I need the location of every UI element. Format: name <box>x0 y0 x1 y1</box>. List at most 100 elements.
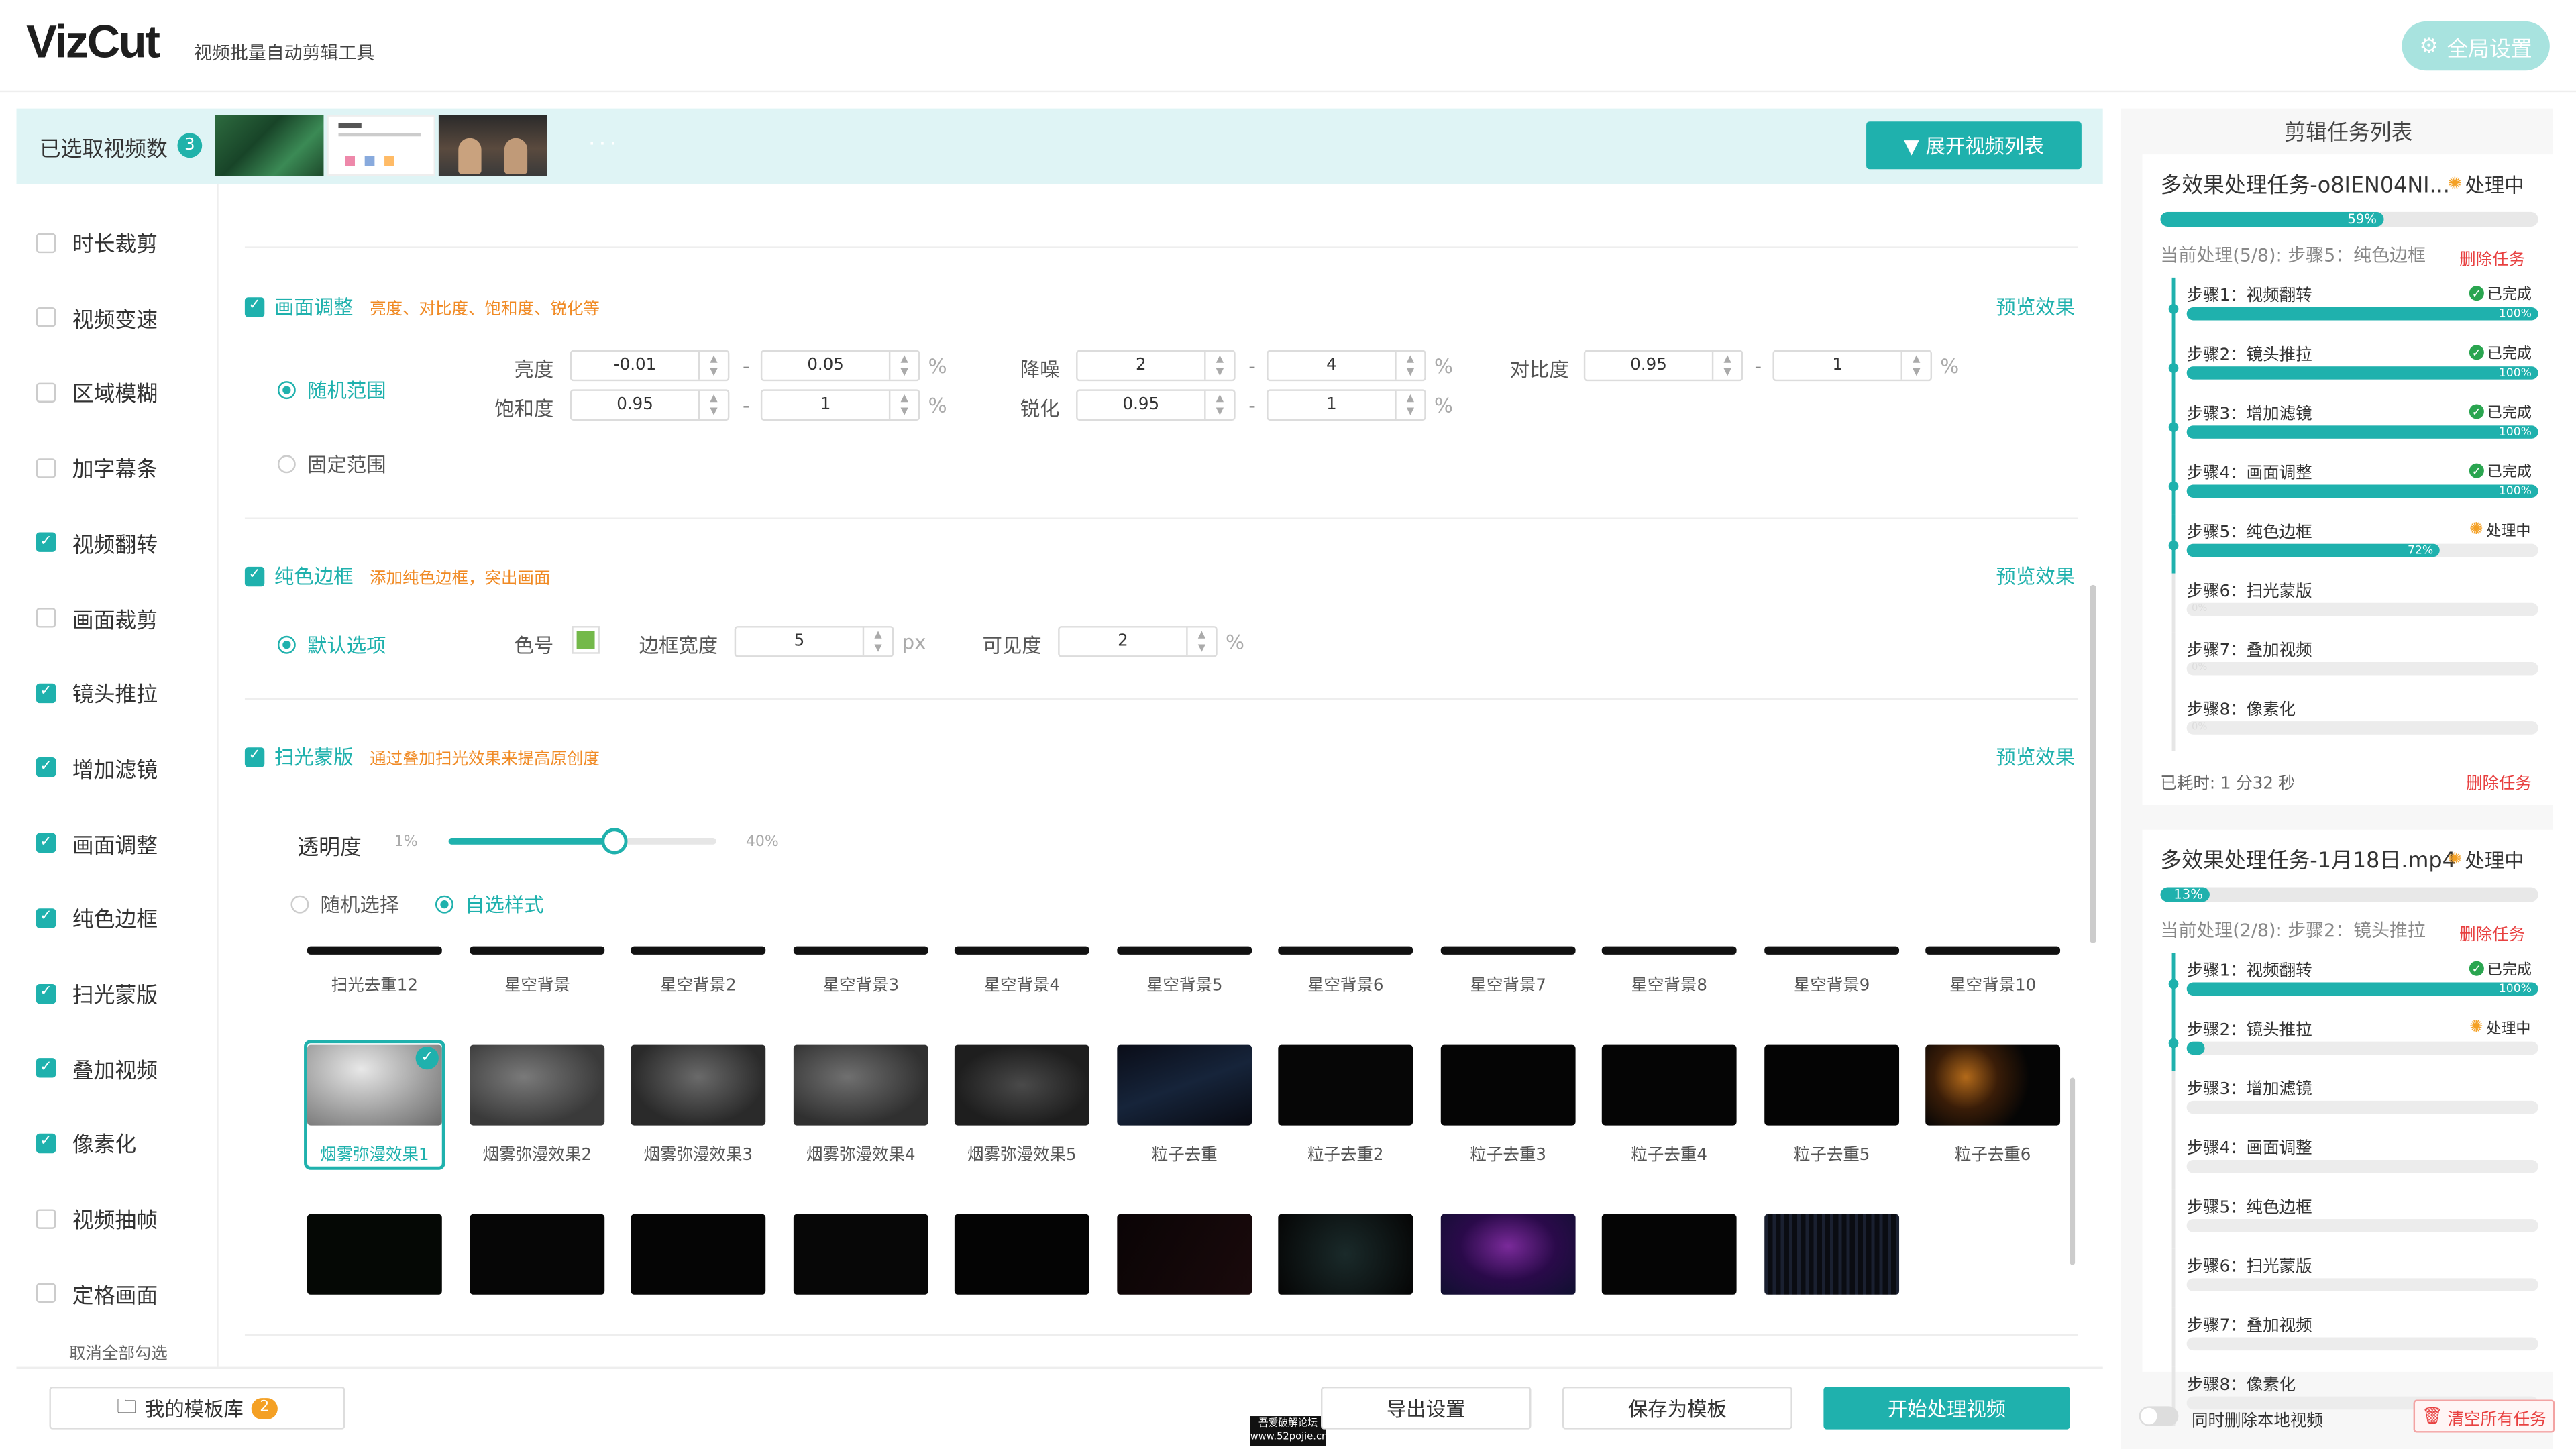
sidebar-checkbox[interactable] <box>36 458 56 478</box>
style-thumbnail[interactable] <box>307 1214 442 1295</box>
delete-task-link[interactable]: 删除任务 <box>2466 769 2532 794</box>
brightness-min-input[interactable]: -0.01 ▲ ▼ <box>570 350 730 382</box>
clear-all-tasks-button[interactable]: 🗑 清空所有任务 <box>2413 1399 2555 1433</box>
sidebar-item[interactable]: 视频变速 <box>36 302 158 333</box>
delete-local-toggle[interactable] <box>2139 1406 2179 1426</box>
sidebar-item[interactable]: 加字幕条 <box>36 452 158 483</box>
template-library-button[interactable]: 🗀 我的模板库 2 <box>49 1386 345 1430</box>
sidebar-item[interactable]: ✓ 扫光蒙版 <box>36 977 158 1009</box>
global-settings-button[interactable]: ⚙ 全局设置 <box>2402 21 2550 71</box>
sidebar-item[interactable]: 视频抽帧 <box>36 1203 158 1234</box>
brightness-max-input[interactable]: 0.05 ▲ ▼ <box>760 350 920 382</box>
sidebar-checkbox[interactable] <box>36 382 56 402</box>
sidebar-item[interactable]: 区域模糊 <box>36 377 158 408</box>
style-thumbnail[interactable] <box>1601 946 1737 955</box>
delete-task-link[interactable]: 删除任务 <box>2459 245 2525 270</box>
video-thumbnail-1[interactable] <box>215 115 324 176</box>
sidebar-item[interactable]: ✓ 像素化 <box>36 1128 136 1159</box>
style-thumbnail[interactable] <box>631 1214 766 1295</box>
sidebar-item[interactable]: ✓ 镜头推拉 <box>36 677 158 708</box>
sidebar-checkbox[interactable]: ✓ <box>36 983 56 1004</box>
style-thumbnail[interactable] <box>954 1214 1089 1295</box>
sidebar-checkbox[interactable]: ✓ <box>36 533 56 553</box>
adjust-section-title[interactable]: ✓ 画面调整 亮度、对比度、饱和度、锐化等 <box>244 292 600 321</box>
delete-task-link[interactable]: 删除任务 <box>2459 920 2525 945</box>
adjust-fixed-radio[interactable]: 固定范围 <box>277 450 386 478</box>
sidebar-checkbox[interactable]: ✓ <box>36 1133 56 1153</box>
sharpen-min-input[interactable]: 0.95 ▲ ▼ <box>1076 389 1236 421</box>
border-width-input[interactable]: 5 ▲ ▼ <box>734 626 894 657</box>
border-default-radio[interactable]: 默认选项 <box>277 631 386 659</box>
style-thumbnail[interactable] <box>631 946 766 955</box>
saturation-min-input[interactable]: 0.95 ▲ ▼ <box>570 389 730 421</box>
style-thumbnail[interactable] <box>1117 1044 1252 1126</box>
main-scrollbar[interactable] <box>2090 584 2096 943</box>
style-thumbnail[interactable] <box>1764 946 1900 955</box>
style-thumbnail[interactable] <box>1278 1044 1413 1126</box>
denoise-max-input[interactable]: 4 ▲ ▼ <box>1267 350 1426 382</box>
sweep-random-radio[interactable]: 随机选择 <box>290 890 399 918</box>
contrast-max-input[interactable]: 1 ▲ ▼ <box>1772 350 1933 382</box>
contrast-min-input[interactable]: 0.95 ▲ ▼ <box>1583 350 1743 382</box>
video-thumbnail-3[interactable] <box>438 115 547 176</box>
sidebar-checkbox[interactable]: ✓ <box>36 1058 56 1079</box>
style-thumbnail[interactable] <box>1440 1044 1576 1126</box>
sidebar-item[interactable]: ✓ 画面调整 <box>36 827 158 859</box>
adjust-random-radio[interactable]: 随机范围 <box>277 376 386 405</box>
sidebar-checkbox[interactable]: ✓ <box>36 833 56 853</box>
visibility-input[interactable]: 2 ▲ ▼ <box>1058 626 1218 657</box>
style-thumbnail[interactable] <box>954 946 1089 955</box>
style-thumbnail[interactable] <box>954 1044 1089 1126</box>
style-thumbnail[interactable] <box>793 1214 928 1295</box>
sidebar-checkbox[interactable] <box>36 1283 56 1303</box>
sidebar-item[interactable]: 画面裁剪 <box>36 602 158 633</box>
sidebar-item[interactable]: 定格画面 <box>36 1278 158 1309</box>
sweep-preview-link[interactable]: 预览效果 <box>1996 743 2076 771</box>
style-thumbnail[interactable] <box>1440 946 1576 955</box>
adjust-checkbox[interactable]: ✓ <box>244 297 265 317</box>
sweep-custom-radio[interactable]: 自选样式 <box>435 890 544 918</box>
style-thumbnail[interactable] <box>470 1044 605 1126</box>
sweep-section-title[interactable]: ✓ 扫光蒙版 通过叠加扫光效果来提高原创度 <box>244 743 600 771</box>
style-thumbnail[interactable] <box>1925 1044 2061 1126</box>
opacity-slider-handle[interactable] <box>601 828 628 855</box>
style-thumbnail[interactable] <box>793 946 928 955</box>
export-settings-button[interactable]: 导出设置 <box>1320 1386 1532 1430</box>
sidebar-item[interactable]: ✓ 叠加视频 <box>36 1053 158 1084</box>
expand-video-list-button[interactable]: ▼ 展开视频列表 <box>1866 121 2082 170</box>
save-template-button[interactable]: 保存为模板 <box>1562 1386 1792 1430</box>
gallery-scrollbar[interactable] <box>2070 1077 2076 1265</box>
style-thumbnail[interactable] <box>793 1044 928 1126</box>
style-thumbnail[interactable] <box>1117 946 1252 955</box>
style-thumbnail[interactable] <box>631 1044 766 1126</box>
unselect-all-link[interactable]: 取消全部勾选 <box>69 1339 168 1364</box>
color-picker[interactable] <box>572 626 600 654</box>
border-section-title[interactable]: ✓ 纯色边框 添加纯色边框，突出画面 <box>244 562 550 590</box>
sidebar-item[interactable]: ✓ 纯色边框 <box>36 902 158 934</box>
sidebar-checkbox[interactable] <box>36 608 56 628</box>
sidebar-item[interactable]: ✓ 视频翻转 <box>36 527 158 558</box>
sidebar-checkbox[interactable] <box>36 232 56 252</box>
adjust-preview-link[interactable]: 预览效果 <box>1996 292 2076 321</box>
sidebar-checkbox[interactable]: ✓ <box>36 908 56 928</box>
style-thumbnail[interactable] <box>1925 946 2061 955</box>
start-processing-button[interactable]: 开始处理视频 <box>1823 1386 2070 1430</box>
sidebar-item[interactable]: ✓ 增加滤镜 <box>36 752 158 784</box>
sidebar-checkbox[interactable]: ✓ <box>36 757 56 778</box>
style-thumbnail[interactable] <box>1278 1214 1413 1295</box>
sidebar-checkbox[interactable] <box>36 307 56 327</box>
style-thumbnail[interactable] <box>1601 1044 1737 1126</box>
style-thumbnail[interactable] <box>1764 1214 1900 1295</box>
style-thumbnail[interactable] <box>307 946 442 955</box>
sweep-checkbox[interactable]: ✓ <box>244 747 265 767</box>
denoise-min-input[interactable]: 2 ▲ ▼ <box>1076 350 1236 382</box>
sidebar-item[interactable]: 时长裁剪 <box>36 227 158 258</box>
sharpen-max-input[interactable]: 1 ▲ ▼ <box>1267 389 1426 421</box>
style-thumbnail[interactable] <box>1440 1214 1576 1295</box>
video-thumbnail-2[interactable] <box>327 115 435 176</box>
style-thumbnail[interactable] <box>1278 946 1413 955</box>
style-thumbnail[interactable] <box>470 946 605 955</box>
style-thumbnail[interactable] <box>1601 1214 1737 1295</box>
style-thumbnail[interactable] <box>470 1214 605 1295</box>
style-thumbnail[interactable] <box>1117 1214 1252 1295</box>
